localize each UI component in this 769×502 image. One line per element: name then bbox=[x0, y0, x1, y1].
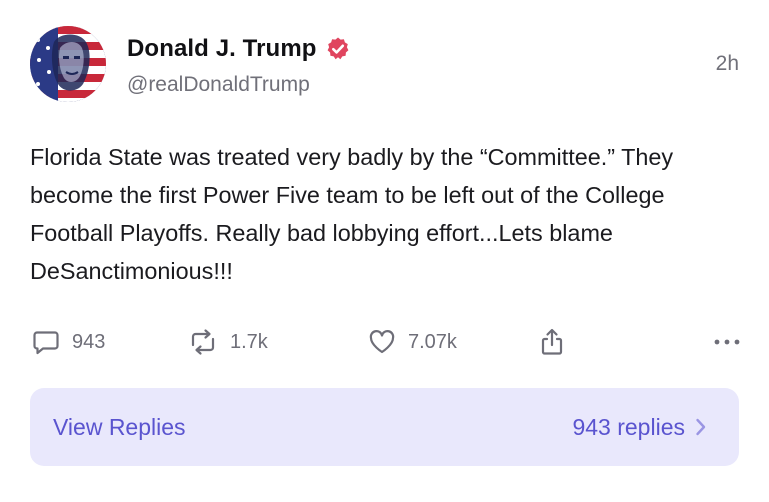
reply-count: 943 bbox=[72, 330, 106, 353]
comment-icon bbox=[33, 331, 59, 355]
share-icon bbox=[541, 328, 563, 355]
display-name[interactable]: Donald J. Trump bbox=[127, 35, 317, 63]
avatar-image bbox=[30, 26, 106, 102]
view-replies-label[interactable]: View Replies bbox=[53, 388, 186, 466]
post-timestamp[interactable]: 2h bbox=[716, 52, 739, 76]
replies-count-link[interactable]: 943 replies bbox=[572, 388, 707, 466]
post-text: Florida State was treated very badly by … bbox=[30, 144, 674, 284]
post-card: Donald J. Trump @realDonaldTrump 2h Flor… bbox=[0, 0, 769, 502]
name-row: Donald J. Trump bbox=[127, 33, 351, 65]
retruth-icon bbox=[191, 329, 215, 355]
share-button[interactable] bbox=[538, 322, 566, 362]
like-count: 7.07k bbox=[408, 330, 457, 353]
post-body: Florida State was treated very badly by … bbox=[30, 138, 740, 290]
heart-icon bbox=[369, 330, 395, 354]
chevron-right-icon bbox=[696, 418, 706, 436]
reply-button[interactable]: 943 bbox=[32, 322, 105, 362]
author-handle[interactable]: @realDonaldTrump bbox=[127, 73, 351, 97]
more-options-button[interactable] bbox=[712, 322, 742, 362]
retruth-button[interactable]: 1.7k bbox=[188, 322, 268, 362]
more-icon bbox=[714, 339, 740, 345]
author-block: Donald J. Trump @realDonaldTrump bbox=[127, 33, 351, 97]
view-replies-bar[interactable]: View Replies 943 replies bbox=[30, 388, 739, 466]
like-button[interactable]: 7.07k bbox=[368, 322, 457, 362]
verified-badge-icon bbox=[325, 36, 351, 62]
retruth-count: 1.7k bbox=[230, 330, 268, 353]
avatar[interactable] bbox=[30, 26, 106, 102]
action-bar: 943 1.7k 7.07k bbox=[30, 322, 742, 362]
replies-count-label: 943 replies bbox=[572, 413, 685, 440]
